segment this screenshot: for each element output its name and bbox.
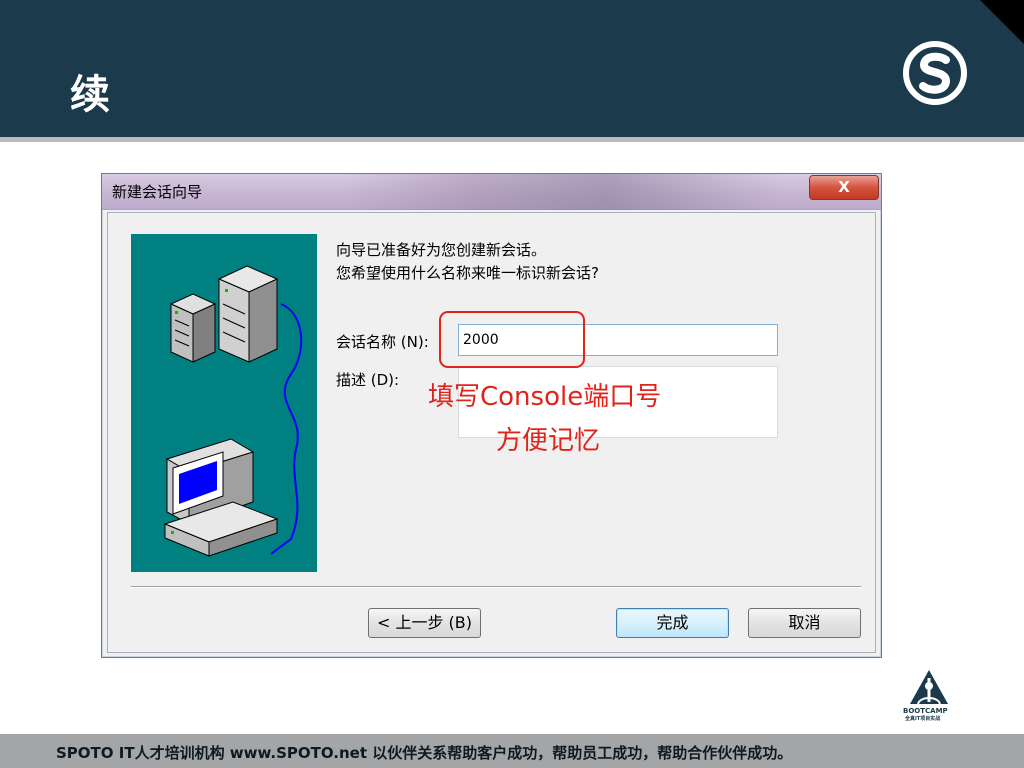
back-button[interactable]: < 上一步 (B) bbox=[368, 608, 481, 638]
new-session-wizard-dialog: 新建会话向导 X 向导已准备好为您创建新会话。 您希望使用什么名称来唯一标识新会… bbox=[101, 173, 882, 658]
close-button[interactable]: X bbox=[809, 175, 879, 200]
prompt-line-1: 向导已准备好为您创建新会话。 bbox=[336, 241, 547, 259]
spoto-logo-icon bbox=[903, 41, 967, 105]
wizard-prompt: 向导已准备好为您创建新会话。 您希望使用什么名称来唯一标识新会话? bbox=[336, 239, 599, 285]
dialog-separator bbox=[131, 586, 861, 588]
cancel-button[interactable]: 取消 bbox=[748, 608, 861, 638]
bootcamp-wordmark: BOOTCAMP bbox=[903, 707, 948, 715]
header-rule bbox=[0, 137, 1024, 142]
titlebar-background bbox=[342, 174, 782, 210]
network-computers-illustration bbox=[131, 234, 317, 572]
annotation-line-2: 方便记忆 bbox=[496, 426, 601, 456]
highlight-box bbox=[439, 311, 585, 368]
corner-fold bbox=[980, 0, 1024, 44]
slide-title: 续 bbox=[70, 72, 111, 118]
prompt-line-2: 您希望使用什么名称来唯一标识新会话? bbox=[336, 264, 599, 282]
dialog-titlebar[interactable]: 新建会话向导 X bbox=[102, 174, 881, 210]
footer-text: SPOTO IT人才培训机构 www.SPOTO.net 以伙伴关系帮助客户成功… bbox=[56, 744, 793, 762]
session-name-label: 会话名称 (N): bbox=[336, 333, 429, 351]
description-label: 描述 (D): bbox=[336, 371, 400, 389]
annotation-line-1: 填写Console端口号 bbox=[428, 382, 662, 412]
bootcamp-tagline: 全真IT项目实战 bbox=[905, 716, 941, 722]
slide-header bbox=[0, 0, 1024, 137]
finish-button[interactable]: 完成 bbox=[616, 608, 729, 638]
dialog-title: 新建会话向导 bbox=[112, 183, 203, 201]
